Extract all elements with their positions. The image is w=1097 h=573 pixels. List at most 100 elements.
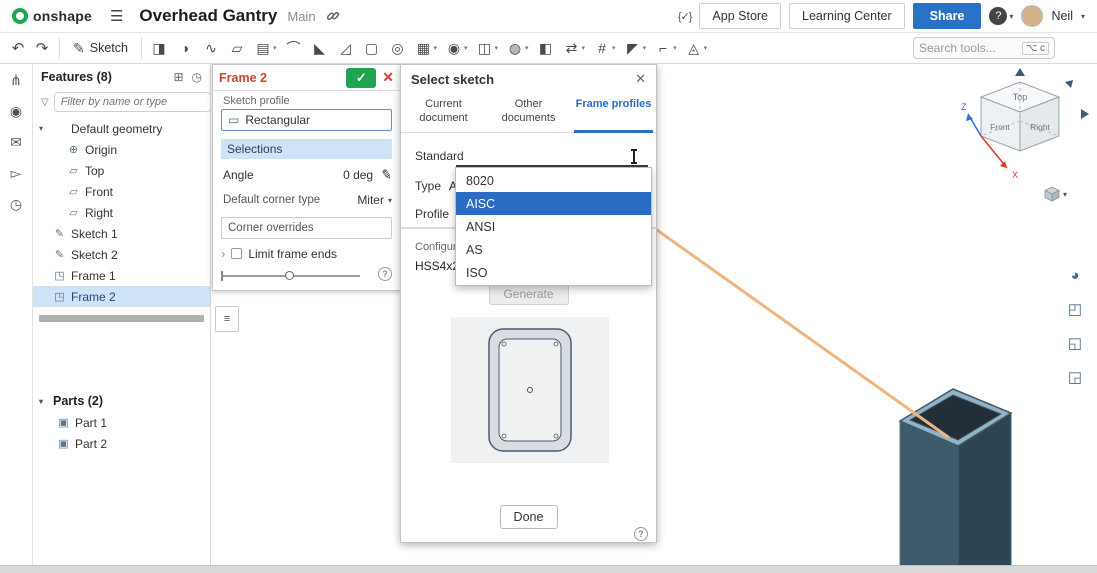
exploded-view-icon[interactable]: ◲ (1061, 364, 1089, 390)
view-options-button[interactable]: ▾ (1044, 186, 1067, 202)
rollback-bar[interactable] (39, 315, 204, 322)
featurescript-icon[interactable]: {✓} (678, 10, 692, 23)
close-icon[interactable]: ✕ (635, 71, 646, 87)
chevron-down-icon[interactable]: ▾ (525, 44, 529, 52)
measure-icon[interactable]: ◬ ▾ (682, 35, 711, 61)
shell-icon[interactable]: ▢ (359, 35, 383, 61)
chevron-down-icon[interactable]: ▾ (273, 44, 277, 52)
help-menu[interactable]: ? ▾ (989, 7, 1013, 25)
cancel-button[interactable]: ✕ (382, 69, 394, 86)
search-tools-input[interactable]: Search tools... ⌥ c (913, 37, 1055, 59)
circular-pattern-icon[interactable]: ◉ ▾ (442, 35, 471, 61)
chevron-down-icon[interactable]: ▾ (673, 44, 677, 52)
redo-icon[interactable]: ↷ (30, 36, 54, 60)
display-states-icon[interactable]: ◰ (1061, 296, 1089, 322)
tree-item-default-geometry[interactable]: ▾ Default geometry (33, 118, 210, 139)
fillet-icon[interactable]: ⌒ (281, 35, 305, 61)
revolve-icon[interactable]: ◑ (173, 35, 197, 61)
linear-pattern-icon[interactable]: ▦ ▾ (411, 35, 440, 61)
undo-icon[interactable]: ↶ (6, 36, 30, 60)
option-aisc[interactable]: AISC (456, 192, 651, 215)
standard-input[interactable] (456, 147, 648, 167)
section-view-icon[interactable]: ◱ (1061, 330, 1089, 356)
hole-icon[interactable]: ◎ (385, 35, 409, 61)
sketch-button[interactable]: ✎ Sketch (65, 38, 136, 59)
named-views-icon[interactable]: ◕ (1061, 262, 1089, 288)
versions-icon[interactable]: ⋔ (10, 72, 22, 89)
tab-other-documents[interactable]: Other documents (486, 93, 571, 132)
learning-center-button[interactable]: Learning Center (789, 3, 905, 29)
corner-type-select[interactable]: Miter ▾ (357, 193, 392, 207)
tab-current-document[interactable]: Current document (401, 93, 486, 132)
chevron-down-icon[interactable]: ▾ (1081, 12, 1085, 21)
slider-handle[interactable] (285, 271, 294, 280)
tree-item-frame-1[interactable]: ◳ Frame 1 (33, 265, 210, 286)
filter-input[interactable] (54, 92, 211, 112)
bottom-tab-bar[interactable] (0, 565, 1097, 573)
chevron-down-icon[interactable]: ▾ (643, 44, 647, 52)
share-panel-icon[interactable]: ▻ (11, 165, 22, 182)
follow-icon[interactable]: ◉ (10, 103, 22, 120)
done-button[interactable]: Done (500, 505, 558, 529)
filter-icon[interactable]: ▽ (41, 97, 49, 108)
chevron-down-icon[interactable]: ▾ (495, 44, 499, 52)
chevron-right-icon[interactable]: › (221, 246, 225, 261)
tree-item-top-plane[interactable]: ▱ Top (33, 160, 210, 181)
chamfer-icon[interactable]: ◣ (307, 35, 331, 61)
link-icon[interactable] (326, 9, 340, 23)
workspace-label[interactable]: Main (287, 9, 315, 24)
frame-sketch-line[interactable] (657, 230, 948, 437)
chevron-down-icon[interactable]: ▾ (464, 44, 468, 52)
mirror-icon[interactable]: ◫ ▾ (473, 35, 502, 61)
sheet-metal-icon[interactable]: ⌐ ▾ (651, 35, 680, 61)
tree-item-frame-2[interactable]: ◳ Frame 2 (33, 286, 210, 307)
option-iso[interactable]: ISO (456, 261, 651, 284)
expand-chevron-icon[interactable]: ▾ (39, 124, 48, 133)
select-sketch-header[interactable]: Select sketch ✕ (401, 65, 656, 93)
onshape-logo[interactable]: onshape (12, 8, 92, 24)
angle-drag-icon[interactable]: ✎ (380, 166, 394, 184)
chevron-down-icon[interactable]: ▾ (612, 44, 616, 52)
sweep-icon[interactable]: ∿ (199, 35, 223, 61)
rollback-history-icon[interactable]: ◷ (192, 70, 202, 84)
chevron-down-icon[interactable]: ▾ (704, 44, 708, 52)
selections-field[interactable]: Selections (221, 139, 392, 159)
tree-item-origin[interactable]: ⊕ Origin (33, 139, 210, 160)
expand-chevron-icon[interactable]: ▾ (39, 397, 48, 406)
gusset-icon[interactable]: ◤ ▾ (621, 35, 650, 61)
tree-item-right-plane[interactable]: ▱ Right (33, 202, 210, 223)
part-item-2[interactable]: ▣ Part 2 (33, 433, 210, 454)
part-item-1[interactable]: ▣ Part 1 (33, 412, 210, 433)
frame-icon[interactable]: # ▾ (590, 35, 619, 61)
history-icon[interactable]: ◷ (10, 196, 22, 213)
angle-value[interactable]: 0 deg (343, 168, 373, 182)
frame-dialog-header[interactable]: Frame 2 ✓ ✕ (213, 65, 400, 91)
tab-frame-profiles[interactable]: Frame profiles (571, 93, 656, 132)
tree-item-sketch-1[interactable]: ✎ Sketch 1 (33, 223, 210, 244)
user-name[interactable]: Neil (1051, 9, 1073, 23)
transform-icon[interactable]: ⇄ ▾ (560, 35, 589, 61)
option-8020[interactable]: 8020 (456, 169, 651, 192)
chevron-down-icon[interactable]: ▾ (433, 44, 437, 52)
tree-item-front-plane[interactable]: ▱ Front (33, 181, 210, 202)
option-as[interactable]: AS (456, 238, 651, 261)
confirm-button[interactable]: ✓ (346, 68, 376, 88)
boolean-icon[interactable]: ◍ ▾ (503, 35, 532, 61)
parts-header[interactable]: ▾ Parts (2) (33, 390, 210, 412)
help-icon[interactable]: ? (634, 527, 648, 541)
share-button[interactable]: Share (913, 3, 982, 29)
chevron-down-icon[interactable]: ▾ (582, 44, 586, 52)
comments-icon[interactable]: ✉ (10, 134, 22, 151)
rollback-slider[interactable] (221, 267, 360, 285)
feature-list-flyout-button[interactable]: ≡ (215, 306, 239, 332)
create-folder-icon[interactable]: ⊞ (173, 70, 183, 84)
avatar[interactable] (1021, 5, 1043, 27)
extrude-icon[interactable]: ◨ (147, 35, 171, 61)
help-icon[interactable]: ? (378, 267, 392, 281)
part-tube[interactable] (900, 389, 1011, 573)
split-icon[interactable]: ◧ (534, 35, 558, 61)
option-ansi[interactable]: ANSI (456, 215, 651, 238)
tree-item-sketch-2[interactable]: ✎ Sketch 2 (33, 244, 210, 265)
corner-overrides-field[interactable]: Corner overrides (221, 217, 392, 239)
draft-icon[interactable]: ◿ (333, 35, 357, 61)
